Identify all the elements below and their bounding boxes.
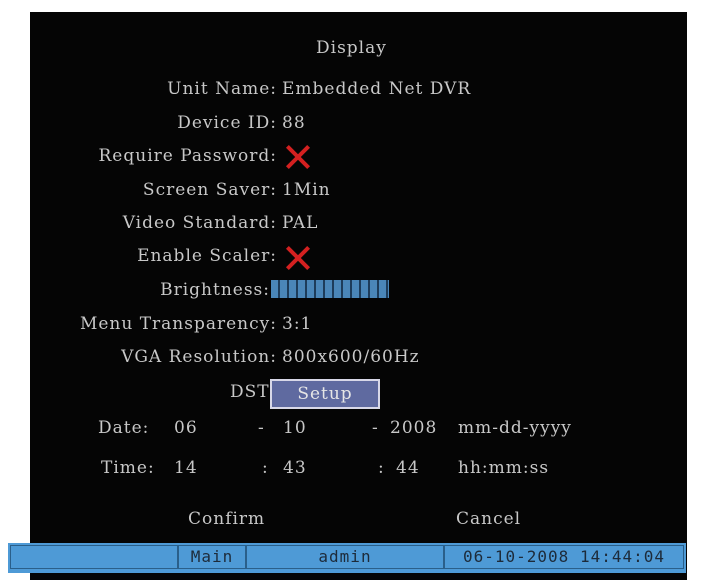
status-blank-cell xyxy=(10,545,178,569)
enable-scaler-label: Enable Scaler: xyxy=(137,246,277,266)
menu-transparency-select[interactable]: 3:1 xyxy=(282,314,312,334)
device-id-label: Device ID: xyxy=(177,113,277,133)
time-label: Time: xyxy=(101,458,155,478)
date-separator: - xyxy=(258,418,265,438)
unit-name-field[interactable]: Embedded Net DVR xyxy=(282,79,471,99)
time-separator: : xyxy=(378,458,385,478)
video-standard-label: Video Standard: xyxy=(122,213,277,233)
date-separator: - xyxy=(372,418,379,438)
time-format-hint: hh:mm:ss xyxy=(458,458,550,478)
status-bar: Main admin 06-10-2008 14:44:04 xyxy=(8,543,686,573)
menu-transparency-label: Menu Transparency: xyxy=(79,314,277,334)
date-month-field[interactable]: 06 xyxy=(174,418,198,438)
require-password-label: Require Password: xyxy=(98,146,277,166)
date-year-field[interactable]: 2008 xyxy=(390,418,437,438)
vga-resolution-select[interactable]: 800x600/60Hz xyxy=(282,347,420,367)
status-datetime: 06-10-2008 14:44:04 xyxy=(444,545,684,569)
dst-setup-button[interactable]: Setup xyxy=(270,379,380,409)
screen-saver-select[interactable]: 1Min xyxy=(282,180,331,200)
video-standard-select[interactable]: PAL xyxy=(282,213,318,233)
date-format-hint: mm-dd-yyyy xyxy=(458,418,572,438)
status-user: admin xyxy=(246,545,444,569)
page-title: Display xyxy=(316,38,387,58)
date-day-field[interactable]: 10 xyxy=(283,418,307,438)
brightness-label: Brightness: xyxy=(160,280,270,300)
status-menu-name: Main xyxy=(178,545,246,569)
vga-resolution-label: VGA Resolution: xyxy=(121,347,277,367)
time-separator: : xyxy=(262,458,269,478)
date-label: Date: xyxy=(98,418,150,438)
time-second-field[interactable]: 44 xyxy=(396,458,420,478)
brightness-slider[interactable] xyxy=(271,280,389,298)
cancel-button[interactable]: Cancel xyxy=(456,509,521,529)
time-hour-field[interactable]: 14 xyxy=(174,458,198,478)
time-minute-field[interactable]: 43 xyxy=(283,458,307,478)
device-id-field[interactable]: 88 xyxy=(282,113,306,133)
require-password-checkbox[interactable] xyxy=(285,144,311,170)
screen-saver-label: Screen Saver: xyxy=(142,180,277,200)
unit-name-label: Unit Name: xyxy=(167,79,277,99)
confirm-button[interactable]: Confirm xyxy=(188,509,265,529)
enable-scaler-checkbox[interactable] xyxy=(285,245,311,271)
dst-label: DST: xyxy=(230,382,276,402)
